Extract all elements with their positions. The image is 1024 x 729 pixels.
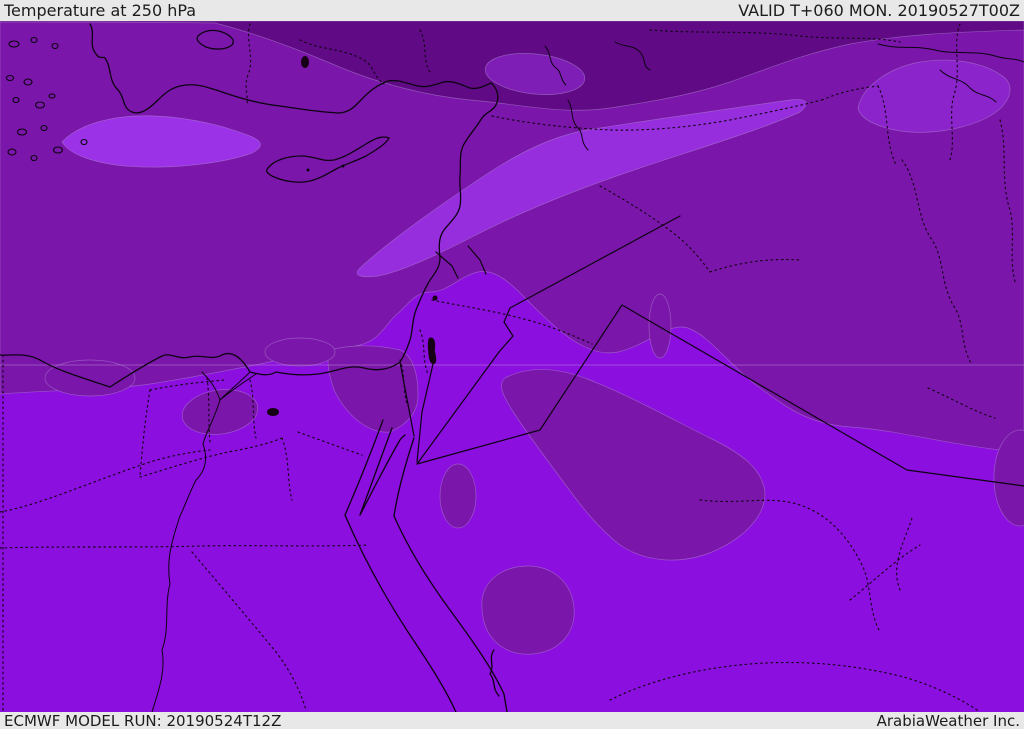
- credit-label: ArabiaWeather Inc.: [876, 711, 1020, 729]
- temp-pocket-cold-delta: [264, 337, 336, 367]
- temp-pocket-cold-oval: [439, 463, 477, 529]
- cyprus-town-dot-b: [306, 168, 310, 172]
- valid-time-label: VALID T+060 MON. 20190527T00Z: [738, 1, 1020, 20]
- cyprus-town-dot-a: [341, 164, 345, 168]
- header-bar: Temperature at 250 hPa VALID T+060 MON. …: [0, 0, 1024, 21]
- temp-pocket-cold-east-jordan: [648, 293, 672, 359]
- map-title: Temperature at 250 hPa: [4, 1, 197, 20]
- temperature-map-svg: [0, 21, 1024, 712]
- map-canvas: [0, 21, 1024, 712]
- anatolia-lake: [301, 56, 309, 68]
- weather-map-app: Temperature at 250 hPa VALID T+060 MON. …: [0, 0, 1024, 729]
- footer-bar: ECMWF MODEL RUN: 20190524T12Z ArabiaWeat…: [0, 712, 1024, 729]
- temp-pocket-cold-hejaz: [481, 565, 575, 655]
- fayum-lake: [267, 408, 279, 416]
- model-run-label: ECMWF MODEL RUN: 20190524T12Z: [4, 711, 282, 729]
